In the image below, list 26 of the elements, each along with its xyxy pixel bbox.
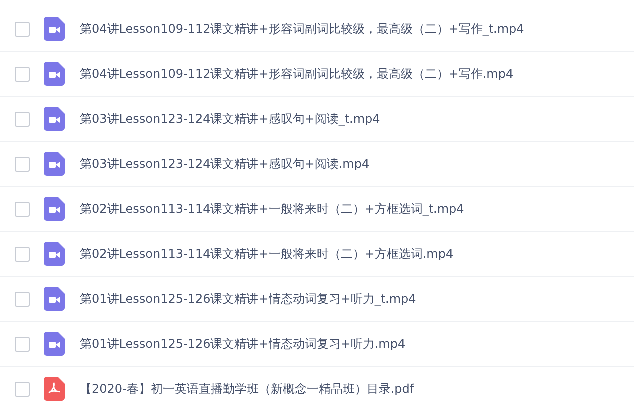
video-file-icon	[44, 242, 65, 266]
checkbox[interactable]	[15, 66, 30, 82]
video-file-icon	[44, 62, 65, 86]
video-file-icon	[44, 287, 65, 311]
file-name[interactable]: 第01讲Lesson125-126课文精讲+情态动词复习+听力_t.mp4	[80, 290, 416, 308]
file-name[interactable]: 【2020-春】初一英语直播勤学班（新概念一精品班）目录.pdf	[80, 380, 414, 398]
checkbox[interactable]	[15, 112, 30, 126]
video-file-icon	[44, 17, 65, 41]
video-file-icon	[44, 152, 65, 176]
checkbox[interactable]	[15, 246, 30, 262]
file-name[interactable]: 第02讲Lesson113-114课文精讲+一般将来时（二）+方框选词.mp4	[80, 246, 454, 262]
file-name[interactable]: 第04讲Lesson109-112课文精讲+形容词副词比较级，最高级（二）+写作_t.mp4	[80, 20, 524, 38]
video-file-icon	[44, 107, 65, 131]
checkbox[interactable]	[15, 382, 30, 396]
video-file-icon	[44, 197, 65, 221]
file-name[interactable]: 第01讲Lesson125-126课文精讲+情态动词复习+听力.mp4	[80, 336, 406, 352]
checkbox[interactable]	[15, 22, 30, 36]
checkbox[interactable]	[15, 336, 30, 352]
checkbox[interactable]	[15, 292, 30, 306]
file-name[interactable]: 第03讲Lesson123-124课文精讲+感叹句+阅读_t.mp4	[80, 110, 380, 128]
file-name[interactable]: 第03讲Lesson123-124课文精讲+感叹句+阅读.mp4	[80, 156, 370, 172]
video-file-icon	[44, 332, 65, 356]
file-name[interactable]: 第04讲Lesson109-112课文精讲+形容词副词比较级，最高级（二）+写作.mp4	[80, 66, 514, 82]
checkbox[interactable]	[15, 156, 30, 172]
checkbox[interactable]	[15, 202, 30, 216]
file-name[interactable]: 第02讲Lesson113-114课文精讲+一般将来时（二）+方框选词_t.mp4	[80, 200, 464, 218]
